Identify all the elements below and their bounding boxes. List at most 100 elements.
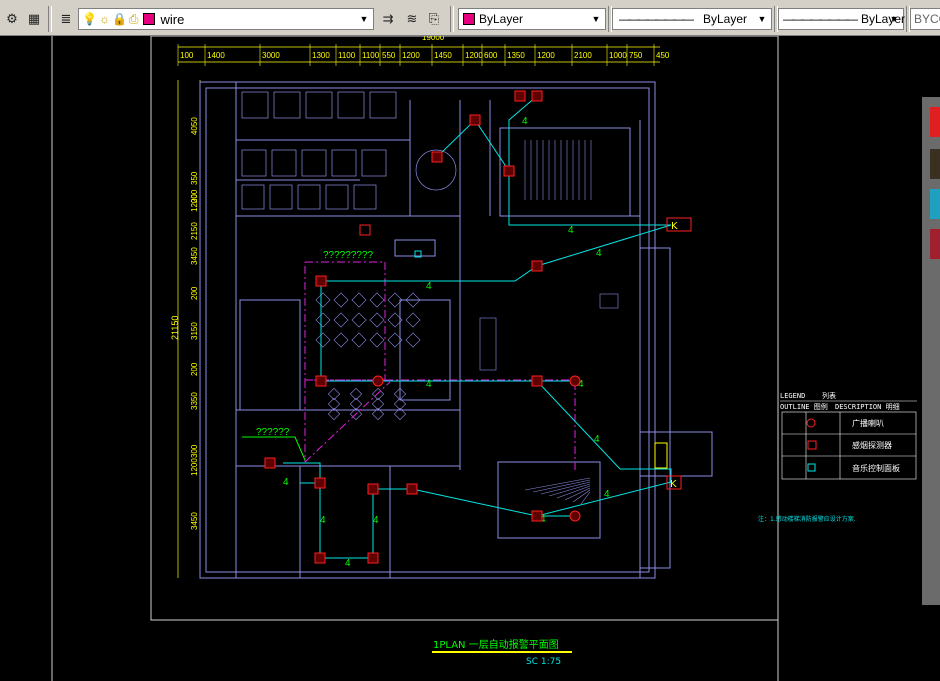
stall	[273, 91, 301, 119]
table	[333, 312, 349, 328]
placeholder-label: ?????????	[323, 250, 373, 261]
plotstyle-value: BYCO	[914, 12, 940, 26]
fire-alarm-devices	[264, 90, 581, 564]
stall	[301, 149, 327, 177]
dimension-label: 100	[180, 51, 194, 60]
avatar-icon[interactable]	[930, 149, 940, 179]
lightbulb-icon: 💡	[82, 12, 97, 26]
linetype-sample: ————————	[619, 12, 694, 26]
smoke-detector-symbol	[314, 552, 326, 564]
app-icon-red[interactable]	[930, 107, 940, 137]
restroom-stalls	[241, 91, 457, 210]
chevron-down-icon[interactable]: ▼	[590, 12, 602, 26]
dimension-label: 4050	[190, 117, 199, 135]
dimension-label: 1100	[362, 51, 380, 60]
stall	[271, 149, 297, 177]
svg-text:OUTLINE 图例: OUTLINE 图例	[780, 402, 828, 411]
plotstyle-dropdown[interactable]: BYCO	[910, 8, 940, 30]
stall	[331, 149, 357, 177]
dimension-label: 450	[656, 51, 670, 60]
svg-text:SC 1:75: SC 1:75	[526, 657, 561, 667]
wire-count-label: 4	[320, 515, 326, 526]
stall	[241, 91, 269, 119]
lineweight-dropdown[interactable]: ———————— ByLayer ▼	[778, 8, 905, 30]
layer-states-icon[interactable]: ▦	[24, 9, 44, 29]
layer-name: wire	[160, 11, 185, 27]
dimension-label: 1200	[190, 458, 199, 476]
stall	[241, 149, 267, 177]
app-icon-star[interactable]	[930, 229, 940, 259]
drawing-canvas[interactable]: 19000 100 1400 3000 1300 1100 1100 550 1200 1450…	[0, 36, 940, 681]
dimension-label: 350	[190, 171, 199, 185]
stall	[361, 149, 387, 177]
dimension-label: 1100	[338, 51, 356, 60]
color-value: ByLayer	[479, 12, 524, 26]
dimension-label: 1200	[190, 194, 199, 212]
table	[369, 292, 385, 308]
dimension-label: 300	[190, 444, 199, 458]
speaker-symbol	[372, 375, 384, 387]
wire-count-label: 4	[426, 379, 432, 390]
speaker-symbol	[806, 418, 816, 428]
lineweight-sample: ————————	[783, 12, 858, 26]
color-dropdown[interactable]: ByLayer ▼	[458, 8, 606, 30]
smoke-detector-symbol	[531, 510, 543, 522]
chevron-down-icon[interactable]: ▼	[358, 12, 370, 26]
wiring-green	[242, 436, 306, 461]
dimension-label: 3000	[262, 51, 280, 60]
music-panel-symbol	[807, 463, 816, 472]
smoke-detector-symbol	[531, 260, 543, 272]
app-icon-blue[interactable]	[930, 189, 940, 219]
table	[315, 292, 331, 308]
lock-icon: 🔒	[111, 12, 127, 26]
dimension-label: 3450	[190, 247, 199, 265]
dimension-label: 3450	[190, 512, 199, 530]
layer-previous-icon[interactable]: ≋	[402, 9, 422, 29]
chevron-down-icon[interactable]: ▼	[756, 12, 768, 26]
legend: LEGEND 列表 OUTLINE 图例 DESCRIPTION 明细 广播喇叭…	[780, 391, 917, 480]
dimension-label: 2150	[190, 222, 199, 240]
wire-count-label: 4	[604, 489, 610, 500]
smoke-detector-symbol	[531, 375, 543, 387]
svg-text:K: K	[670, 479, 677, 490]
smoke-detector-symbol	[406, 483, 418, 495]
table	[369, 332, 385, 348]
make-current-icon[interactable]: ⇉	[378, 9, 398, 29]
dimension-label: 1300	[312, 51, 330, 60]
floor-plan-walls	[199, 81, 713, 579]
linetype-dropdown[interactable]: ———————— ByLayer ▼	[612, 8, 772, 30]
table	[351, 292, 367, 308]
drawing-note: 注：1.感动楼梯消防报警应设计方案.	[758, 515, 856, 523]
smoke-detector-symbol	[503, 165, 515, 177]
stall	[353, 184, 377, 210]
stall	[305, 91, 333, 119]
table	[351, 312, 367, 328]
smoke-detector-symbol	[367, 483, 379, 495]
dimension-label: 3350	[190, 392, 199, 410]
drawing-title: 1PLAN 一层自动报警平面图 SC 1:75	[432, 638, 572, 667]
dimension-label: 200	[190, 286, 199, 300]
dimension-label: 1200	[465, 51, 483, 60]
layer-manager-icon[interactable]: ≣	[56, 9, 76, 29]
layer-dropdown[interactable]: 💡 ☼ 🔒 ⎙ wire ▼	[78, 8, 374, 30]
smoke-detector-symbol	[431, 151, 443, 163]
layer-iso-icon[interactable]: ⎘	[424, 9, 444, 29]
dimension-label: 2100	[574, 51, 592, 60]
chevron-down-icon[interactable]: ▼	[888, 12, 900, 26]
dimension-total-top: 19000	[422, 36, 445, 42]
color-swatch	[463, 13, 475, 25]
stall	[369, 91, 397, 119]
dimension-label: 1200	[537, 51, 555, 60]
wire-count-label: 4	[283, 477, 289, 488]
table	[333, 292, 349, 308]
device-tag-k: K K	[654, 217, 692, 490]
properties-toolbar: ⚙ ▦ ≣ 💡 ☼ 🔒 ⎙ wire ▼ ⇉ ≋ ⎘ ByLayer ▼ ———…	[0, 0, 940, 36]
side-palette[interactable]	[922, 97, 940, 605]
layer-properties-icon[interactable]: ⚙	[2, 9, 22, 29]
stair-tread	[580, 491, 591, 505]
speaker-symbol	[569, 375, 581, 387]
stair-tread	[540, 481, 591, 495]
counter	[479, 317, 497, 371]
sun-icon: ☼	[98, 12, 110, 26]
control-device	[359, 224, 371, 236]
